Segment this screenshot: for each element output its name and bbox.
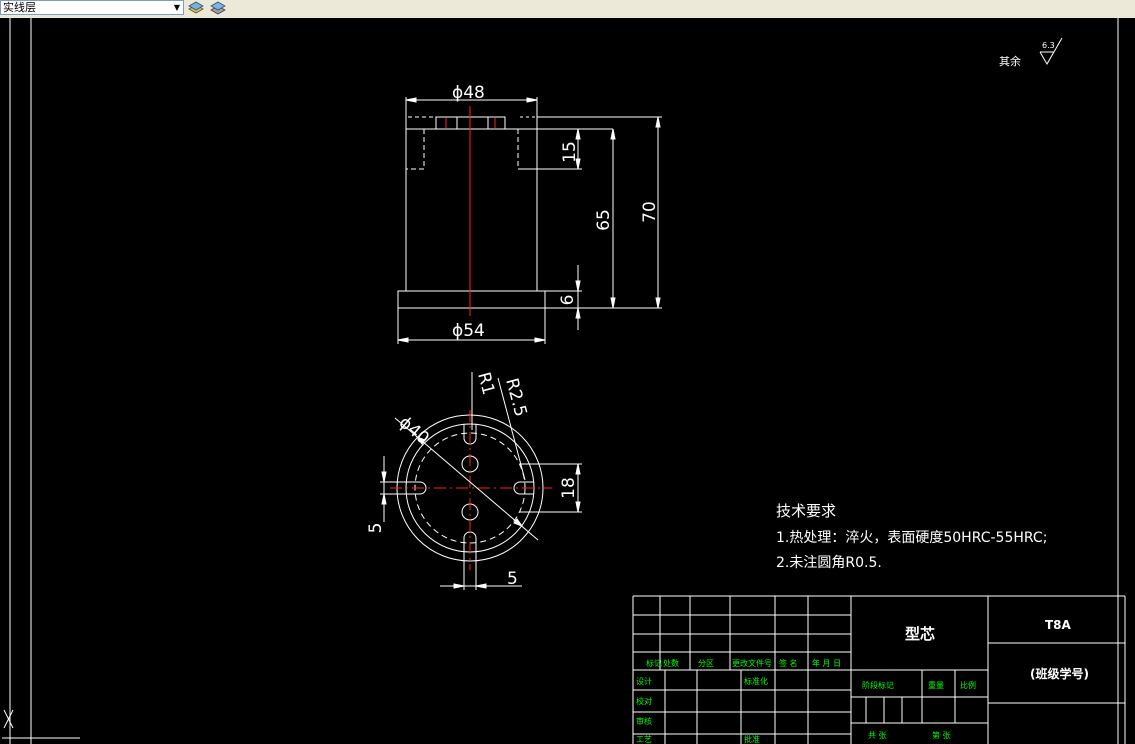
svg-text:标记: 标记 <box>646 658 662 668</box>
tech-req-line-2: 2.未注圆角R0.5. <box>776 555 882 571</box>
svg-text:分区: 分区 <box>698 659 714 668</box>
dim-slot-width-bottom: 5 <box>507 569 518 589</box>
drawing-canvas[interactable]: 其余 6.3 ϕ48 ϕ54 15 65 70 6 ϕ40 R1 R2.5 18… <box>0 18 1135 744</box>
svg-text:共 张: 共 张 <box>868 731 887 740</box>
svg-text:更改文件号: 更改文件号 <box>732 658 772 668</box>
layer-stack-icon[interactable] <box>187 0 205 15</box>
svg-text:年 月 日: 年 月 日 <box>812 658 841 668</box>
svg-text:比例: 比例 <box>960 680 976 690</box>
dim-height-65: 65 <box>594 209 614 231</box>
svg-text:审核: 审核 <box>636 716 652 726</box>
layer-select-value: 实线层 <box>3 1 36 14</box>
svg-text:设计: 设计 <box>636 676 652 686</box>
svg-text:6.3: 6.3 <box>1042 41 1055 50</box>
dim-slot-depth: 15 <box>560 141 580 163</box>
part-name: 型芯 <box>905 625 935 643</box>
svg-text:第 张: 第 张 <box>932 730 951 740</box>
svg-text:标准化: 标准化 <box>744 676 768 686</box>
svg-text:批准: 批准 <box>744 734 760 744</box>
dim-flange-thickness: 6 <box>558 295 578 306</box>
layer-states-icon[interactable] <box>209 0 227 15</box>
dim-slot-width-left: 5 <box>366 523 386 534</box>
dim-bottom-diameter: ϕ54 <box>452 321 485 341</box>
svg-text:签 名: 签 名 <box>779 658 798 668</box>
svg-text:阶段标记: 阶段标记 <box>862 680 894 690</box>
svg-text:校对: 校对 <box>636 696 652 706</box>
svg-text:其余: 其余 <box>999 54 1021 68</box>
dim-height-70: 70 <box>640 201 660 223</box>
dim-hole-spacing: 18 <box>559 477 579 499</box>
chevron-down-icon[interactable]: ▼ <box>171 1 183 14</box>
class-id: (班级学号) <box>1030 666 1089 681</box>
tech-req-title: 技术要求 <box>776 502 836 520</box>
tech-req-line-1: 1.热处理：淬火，表面硬度50HRC-55HRC; <box>776 530 1047 546</box>
svg-text:重量: 重量 <box>928 680 944 690</box>
material: T8A <box>1045 618 1072 632</box>
layer-select[interactable]: 实线层 ▼ <box>0 0 184 15</box>
toolbar: 实线层 ▼ <box>0 0 1135 19</box>
svg-text:处数: 处数 <box>663 658 679 668</box>
dim-top-diameter: ϕ48 <box>452 83 485 103</box>
svg-text:工艺: 工艺 <box>636 735 652 744</box>
